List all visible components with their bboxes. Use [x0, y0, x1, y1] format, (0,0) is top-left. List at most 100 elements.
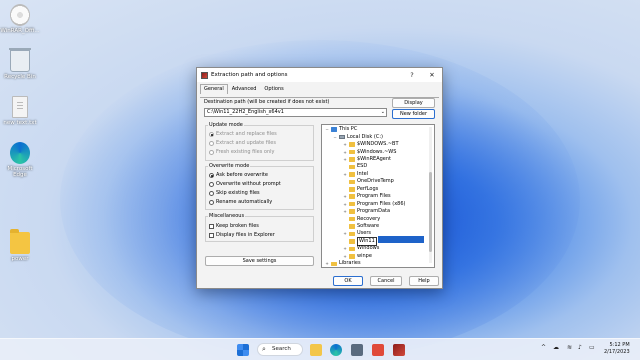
desktop-icon-recycle-bin[interactable]: Recycle Bin — [0, 48, 40, 80]
tree-item[interactable]: + Intel — [343, 171, 368, 178]
battery-icon[interactable]: ▭ — [589, 344, 595, 351]
tree-expander[interactable]: − — [333, 134, 337, 141]
office-icon[interactable] — [372, 344, 384, 356]
store-icon[interactable] — [351, 344, 363, 356]
close-icon[interactable]: ✕ — [422, 71, 442, 79]
folder-icon — [349, 209, 355, 214]
tab-options[interactable]: Options — [260, 84, 287, 94]
desktop-icon-folder[interactable]: power — [0, 229, 40, 262]
tree-item[interactable]: + $WinREAgent — [343, 156, 391, 163]
radio-extract-replace[interactable]: Extract and replace files — [209, 131, 277, 137]
dialog-titlebar[interactable]: Extraction path and options ? ✕ — [197, 68, 442, 82]
tree-item-label: Recovery — [357, 215, 381, 222]
folder-tree[interactable]: − This PC − Local Disk (C:) + $WINDOWS.~BT + $W… — [321, 124, 435, 268]
radio-skip-existing[interactable]: Skip existing files — [209, 190, 260, 196]
clock[interactable]: 5:12 PM 2/17/2023 — [604, 342, 630, 356]
tree-item[interactable]: − Local Disk (C:) — [333, 133, 383, 140]
winrar-icon[interactable] — [393, 344, 405, 356]
tree-expander[interactable]: − — [325, 126, 329, 133]
tree-item[interactable]: Software — [343, 223, 379, 230]
tree-item-label: $WinREAgent — [357, 155, 392, 162]
tree-expander[interactable]: + — [343, 141, 347, 148]
desktop-icon-text-file[interactable]: new text.txt — [0, 96, 40, 126]
wifi-icon[interactable]: ≋ — [567, 344, 572, 351]
file-explorer-icon[interactable] — [310, 344, 322, 356]
computer-icon — [331, 127, 337, 132]
save-settings-button[interactable]: Save settings — [205, 256, 314, 266]
tree-item[interactable]: + Program Files — [343, 193, 390, 200]
tree-item[interactable]: + ProgramData — [343, 208, 390, 215]
search-box[interactable]: ⌕ Search — [257, 343, 303, 356]
radio-label: Ask before overwrite — [216, 172, 268, 178]
new-folder-button[interactable]: New folder — [392, 109, 435, 119]
volume-icon[interactable]: ♪ — [578, 344, 582, 351]
tree-expander[interactable]: + — [325, 260, 329, 267]
tree-item[interactable]: + Windows — [343, 245, 379, 252]
tree-item-label: Windows — [357, 245, 380, 252]
help-icon[interactable]: ? — [402, 71, 422, 79]
tree-item[interactable]: − This PC — [325, 126, 357, 133]
clock-time: 5:12 PM — [609, 342, 630, 348]
tree-expander[interactable]: + — [343, 245, 347, 252]
checkbox-keep-broken-files[interactable]: Keep broken files — [209, 223, 259, 229]
tree-item-label: Intel — [357, 170, 369, 177]
tab-general[interactable]: General — [200, 84, 228, 94]
tree-item[interactable]: + winpe — [343, 253, 372, 260]
tree-item[interactable]: PerfLogs — [343, 186, 378, 193]
tray-overflow-chevron[interactable]: ^ — [541, 344, 546, 351]
tree-item[interactable]: + $WINDOWS.~BT — [343, 141, 398, 148]
miscellaneous-title: Miscellaneous — [208, 213, 246, 219]
tree-item[interactable]: Recovery — [343, 215, 380, 222]
folder-icon — [349, 224, 355, 229]
cancel-button[interactable]: Cancel — [370, 276, 402, 286]
tree-item[interactable]: + $Windows.~WS — [343, 148, 396, 155]
radio-indicator — [209, 140, 214, 146]
tree-item[interactable]: Win11 — [343, 236, 377, 246]
ok-button[interactable]: OK — [333, 276, 363, 286]
tree-item[interactable]: + Libraries — [325, 260, 360, 267]
tree-item[interactable]: ESD — [343, 163, 367, 170]
radio-label: Skip existing files — [216, 190, 260, 196]
radio-ask-before-overwrite[interactable]: Ask before overwrite — [209, 172, 268, 178]
tab-bar: General Advanced Options — [200, 84, 442, 94]
start-icon[interactable] — [237, 344, 249, 356]
radio-indicator — [209, 149, 214, 155]
tree-expander[interactable]: + — [343, 201, 347, 208]
folder-icon — [349, 187, 355, 192]
tree-expander[interactable]: + — [343, 208, 347, 215]
tab-advanced[interactable]: Advanced — [228, 84, 261, 94]
radio-indicator — [209, 199, 214, 205]
tree-expander[interactable]: + — [343, 230, 347, 237]
tree-expander[interactable]: + — [343, 193, 347, 200]
search-label: Search — [272, 346, 291, 352]
desktop-icon-winrar[interactable]: WinRAR_Offi... — [0, 4, 40, 34]
onedrive-icon[interactable]: ☁ — [553, 344, 559, 351]
checkbox-display-in-explorer[interactable]: Display files in Explorer — [209, 232, 275, 238]
folder-icon — [10, 229, 30, 254]
tree-expander[interactable]: + — [343, 253, 347, 260]
edge-icon[interactable] — [330, 344, 342, 356]
taskbar: ⌕ Search ^ ☁ ≋ ♪ ▭ 5:12 PM 2/17/2023 — [0, 338, 640, 360]
folder-icon — [349, 164, 355, 170]
tree-scrollbar-thumb[interactable] — [429, 172, 432, 252]
desktop-icon-edge[interactable]: Microsoft Edge — [0, 142, 40, 178]
tree-expander[interactable]: + — [343, 171, 347, 178]
radio-label: Extract and replace files — [216, 131, 277, 137]
tree-item[interactable]: OneDriveTemp — [343, 178, 394, 185]
chevron-down-icon[interactable]: ⌄ — [381, 109, 385, 116]
edge-icon — [10, 142, 30, 164]
tree-item[interactable]: + Program Files (x86) — [343, 201, 405, 208]
checkbox-indicator — [209, 232, 214, 238]
display-button[interactable]: Display — [392, 98, 435, 108]
search-icon: ⌕ — [262, 345, 266, 353]
radio-overwrite-without-prompt[interactable]: Overwrite without prompt — [209, 181, 281, 187]
radio-rename-automatically[interactable]: Rename automatically — [209, 199, 272, 205]
desktop-icon-label: new text.txt — [3, 120, 37, 126]
radio-extract-update[interactable]: Extract and update files — [209, 140, 276, 146]
help-button[interactable]: Help — [409, 276, 439, 286]
tree-expander[interactable]: + — [343, 156, 347, 163]
radio-indicator — [209, 181, 214, 187]
destination-path-combo[interactable]: C:\Win11_22H2_English_x64v1 ⌄ — [204, 108, 387, 117]
radio-fresh-existing[interactable]: Fresh existing files only — [209, 149, 275, 155]
tree-expander[interactable]: + — [343, 149, 347, 156]
